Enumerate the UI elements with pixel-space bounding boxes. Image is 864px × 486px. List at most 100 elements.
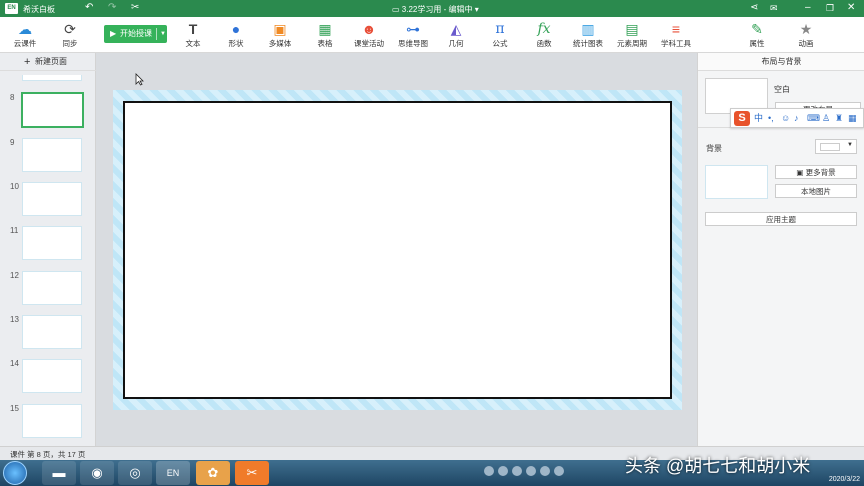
plus-icon: + bbox=[24, 56, 31, 68]
mouse-cursor-icon bbox=[135, 73, 144, 86]
punctuation-icon[interactable]: •, bbox=[768, 112, 774, 125]
cloud-button[interactable]: ☁ 云课件 bbox=[3, 20, 47, 52]
cloud-icon: ☁ bbox=[18, 21, 32, 37]
shape-icon: ● bbox=[231, 21, 241, 37]
emoji-icon[interactable]: ☺ bbox=[781, 112, 790, 125]
app-name: 希沃白板 bbox=[23, 5, 55, 14]
color-swatch bbox=[820, 143, 840, 151]
start-lesson-button[interactable]: ▶ 开始授课 ▼ bbox=[104, 25, 167, 43]
apply-theme-button[interactable]: 应用主题 bbox=[705, 212, 857, 226]
chevron-down-icon: ▾ bbox=[472, 5, 479, 14]
scissors-icon[interactable]: ✂ bbox=[131, 2, 139, 14]
undo-icon[interactable]: ↶ bbox=[85, 2, 93, 14]
explorer-icon[interactable]: ▬ bbox=[42, 461, 76, 485]
app-taskbar-icon[interactable]: ✿ bbox=[196, 461, 230, 485]
tool-media[interactable]: ▣ 多媒体 bbox=[258, 20, 302, 52]
tool-text[interactable]: T 文本 bbox=[171, 20, 215, 52]
tray-icon[interactable] bbox=[512, 466, 522, 476]
slide-number: 11 bbox=[10, 226, 19, 235]
slide-number: 12 bbox=[10, 271, 19, 280]
watermark: 头条 @胡七七和胡小米 bbox=[625, 456, 811, 476]
microphone-icon[interactable]: ♪ bbox=[794, 112, 799, 125]
tray-icon[interactable] bbox=[484, 466, 494, 476]
chevron-down-icon: ▼ bbox=[847, 142, 853, 148]
new-page-button[interactable]: + 新建页面 bbox=[0, 53, 96, 71]
system-date: 2020/3/22 bbox=[828, 476, 860, 483]
slide-number: 14 bbox=[10, 359, 19, 368]
slide-thumb-11[interactable] bbox=[22, 226, 82, 260]
background-preview[interactable] bbox=[705, 165, 768, 199]
slide-thumb-12[interactable] bbox=[22, 271, 82, 305]
tool-table[interactable]: ▦ 表格 bbox=[303, 20, 347, 52]
tool-stat-chart[interactable]: ▥ 统计图表 bbox=[566, 20, 610, 52]
tray-icon[interactable] bbox=[526, 466, 536, 476]
tray-icon[interactable] bbox=[554, 466, 564, 476]
tool-properties[interactable]: ✎ 属性 bbox=[735, 20, 779, 52]
layout-name: 空白 bbox=[774, 85, 790, 94]
function-icon: fx bbox=[537, 21, 551, 37]
more-backgrounds-button[interactable]: ▣ 更多背景 bbox=[775, 165, 857, 179]
scissors-taskbar-icon[interactable]: ✂ bbox=[235, 461, 269, 485]
restore-icon[interactable]: ❐ bbox=[826, 2, 834, 14]
user-icon[interactable]: ♙ bbox=[822, 112, 830, 125]
tray-icon[interactable] bbox=[540, 466, 550, 476]
tool-periodic-table[interactable]: ▤ 元素周期 bbox=[610, 20, 654, 52]
doc-icon: ▭ bbox=[392, 5, 402, 14]
easinote-taskbar-icon[interactable]: EN bbox=[156, 461, 190, 485]
mind-map-icon: ⊶ bbox=[406, 21, 420, 37]
tool-geometry[interactable]: ◭ 几何 bbox=[434, 20, 478, 52]
share-icon[interactable]: ⋖ bbox=[750, 2, 758, 14]
minimize-icon[interactable]: – bbox=[805, 2, 811, 14]
keyboard-icon[interactable]: ⌨ bbox=[807, 112, 820, 125]
slide-frame bbox=[113, 90, 682, 410]
media-player-icon[interactable]: ◉ bbox=[80, 461, 114, 485]
redo-icon[interactable]: ↷ bbox=[108, 2, 116, 14]
shirt-icon[interactable]: ♜ bbox=[835, 112, 843, 125]
tool-class-activity[interactable]: ☻ 课堂活动 bbox=[347, 20, 391, 52]
star-icon: ★ bbox=[799, 21, 813, 37]
tool-subject-tools[interactable]: ≡ 学科工具 bbox=[654, 20, 698, 52]
slide-thumb-15[interactable] bbox=[22, 404, 82, 438]
tool-animation[interactable]: ★ 动画 bbox=[784, 20, 828, 52]
media-icon: ▣ bbox=[273, 21, 287, 37]
text-icon: T bbox=[188, 21, 198, 37]
browser-icon[interactable]: ◎ bbox=[118, 461, 152, 485]
slide-number: 15 bbox=[10, 404, 19, 413]
play-icon: ▶ bbox=[110, 29, 117, 38]
image-icon: ▣ bbox=[796, 168, 806, 177]
toolbar: ☁ 云课件 ⟳ 同步 ▶ 开始授课 ▼ T 文本 ● 形状 ▣ 多媒体 ▦ 表格 ☻ 课堂… bbox=[0, 17, 864, 53]
slide-number: 8 bbox=[10, 93, 15, 102]
sogou-logo-icon[interactable]: S bbox=[734, 111, 750, 126]
ime-lang-toggle[interactable]: 中 bbox=[754, 112, 763, 125]
chevron-down-icon[interactable]: ▼ bbox=[160, 25, 166, 43]
local-image-button[interactable]: 本地图片 bbox=[775, 184, 857, 198]
tool-function[interactable]: fx 函数 bbox=[522, 20, 566, 52]
tool-formula[interactable]: π 公式 bbox=[478, 20, 522, 52]
tool-mind-map[interactable]: ⊶ 思维导图 bbox=[391, 20, 435, 52]
document-title[interactable]: ▭ 3.22学习用 - 编辑中 ▾ bbox=[392, 4, 479, 15]
formula-icon: π bbox=[495, 21, 505, 37]
app-logo: EN bbox=[5, 3, 18, 14]
canvas-area bbox=[97, 53, 697, 446]
slide-number: 10 bbox=[10, 182, 19, 191]
slide-thumb-prev[interactable] bbox=[22, 75, 82, 81]
subject-tools-icon: ≡ bbox=[671, 21, 681, 37]
tool-shape[interactable]: ● 形状 bbox=[214, 20, 258, 52]
slide-thumb-13[interactable] bbox=[22, 315, 82, 349]
mail-icon[interactable]: ✉ bbox=[770, 2, 778, 14]
slide-thumb-10[interactable] bbox=[22, 182, 82, 216]
close-icon[interactable]: ✕ bbox=[847, 2, 855, 14]
grid-icon[interactable]: ▦ bbox=[848, 112, 857, 125]
slide-thumb-14[interactable] bbox=[22, 359, 82, 393]
sync-button[interactable]: ⟳ 同步 bbox=[48, 20, 92, 52]
slide-thumb-9[interactable] bbox=[22, 138, 82, 172]
tray-icon[interactable] bbox=[498, 466, 508, 476]
slide-canvas[interactable] bbox=[123, 101, 672, 399]
slide-number: 9 bbox=[10, 138, 15, 147]
background-color-select[interactable]: ▼ bbox=[815, 139, 857, 154]
activity-icon: ☻ bbox=[361, 21, 377, 37]
geometry-icon: ◭ bbox=[450, 21, 462, 37]
slide-thumb-8[interactable] bbox=[21, 92, 84, 128]
title-bar: EN 希沃白板 ↶ ↷ ✂ ▭ 3.22学习用 - 编辑中 ▾ ⋖ ✉ – ❐ … bbox=[0, 0, 864, 17]
windows-start-icon[interactable] bbox=[3, 461, 27, 485]
